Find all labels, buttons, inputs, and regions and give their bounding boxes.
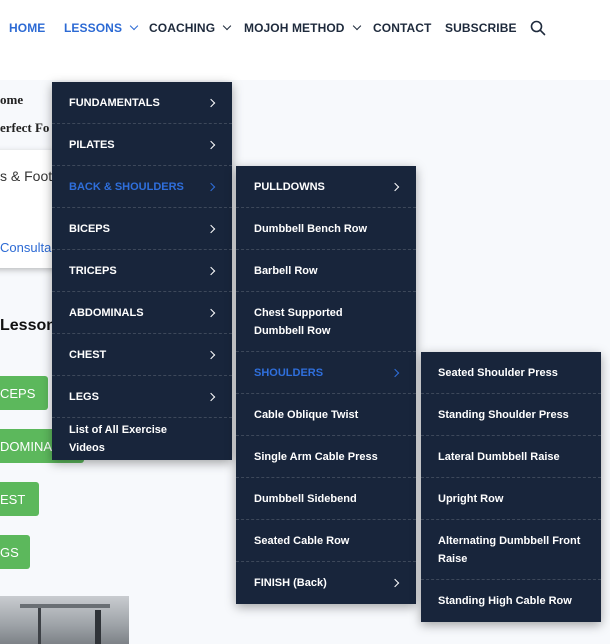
nav-contact-label: CONTACT [373, 21, 432, 35]
top-navigation: HOME LESSONS COACHING MOJOH METHOD CONTA… [0, 0, 610, 56]
chevron-down-icon [129, 21, 139, 31]
card-text: s & Foot [0, 168, 53, 184]
chevron-down-icon [352, 21, 361, 31]
menu-item-triceps[interactable]: TRICEPS [52, 250, 232, 292]
menu-item-alternating-dumbbell-front-raise[interactable]: Alternating Dumbbell Front Raise [421, 520, 601, 580]
chevron-right-icon [206, 182, 216, 191]
chevron-down-icon [222, 21, 232, 31]
menu-item-shoulders[interactable]: SHOULDERS [236, 352, 416, 394]
nav-subscribe[interactable]: SUBSCRIBE [445, 21, 517, 35]
lessons-dropdown-menu: FUNDAMENTALS PILATES BACK & SHOULDERS BI… [52, 82, 232, 460]
nav-home-label: HOME [9, 21, 46, 35]
chevron-right-icon [390, 578, 400, 588]
menu-item-label: PILATES [69, 138, 115, 151]
nav-contact[interactable]: CONTACT [373, 21, 431, 35]
breadcrumb-current: erfect Fo [0, 120, 50, 135]
menu-item-label: PULLDOWNS [254, 180, 325, 193]
menu-item-seated-cable-row[interactable]: Seated Cable Row [236, 520, 416, 562]
menu-item-label: Lateral Dumbbell Raise [438, 450, 560, 463]
consultation-link[interactable]: Consulta [0, 240, 51, 255]
menu-item-seated-shoulder-press[interactable]: Seated Shoulder Press [421, 352, 601, 394]
menu-item-label: ABDOMINALS [69, 306, 144, 319]
menu-item-upright-row[interactable]: Upright Row [421, 478, 601, 520]
menu-item-label: Upright Row [438, 492, 504, 505]
nav-lessons[interactable]: LESSONS [64, 21, 139, 35]
back-shoulders-submenu: PULLDOWNS Dumbbell Bench Row Barbell Row… [236, 166, 416, 604]
chevron-right-icon [206, 266, 216, 275]
menu-item-label: Cable Oblique Twist [254, 408, 359, 421]
menu-item-label: TRICEPS [69, 264, 117, 277]
menu-item-pilates[interactable]: PILATES [52, 124, 232, 166]
chevron-right-icon [206, 350, 216, 359]
menu-item-label: FUNDAMENTALS [69, 96, 160, 109]
menu-item-label: BICEPS [69, 222, 110, 235]
menu-item-chest[interactable]: CHEST [52, 334, 232, 376]
nav-mojoh-method-label: MOJOH METHOD [244, 21, 345, 35]
nav-coaching-label: COACHING [149, 21, 216, 35]
menu-item-finish-back[interactable]: FINISH (Back) [236, 562, 416, 604]
chevron-right-icon [206, 308, 216, 317]
legs-button[interactable]: GS [0, 535, 30, 569]
menu-item-label: SHOULDERS [254, 366, 324, 379]
menu-item-label: Standing Shoulder Press [438, 408, 569, 421]
menu-item-legs[interactable]: LEGS [52, 376, 232, 418]
menu-item-label: Dumbbell Bench Row [254, 222, 368, 235]
menu-item-label: Barbell Row [254, 264, 318, 277]
menu-item-dumbbell-sidebend[interactable]: Dumbbell Sidebend [236, 478, 416, 520]
chevron-right-icon [206, 140, 216, 149]
nav-subscribe-label: SUBSCRIBE [445, 21, 517, 35]
menu-item-label: List of All Exercise Videos [69, 424, 168, 454]
search-icon[interactable] [530, 20, 546, 36]
menu-item-label: Single Arm Cable Press [254, 450, 378, 463]
menu-item-back-shoulders[interactable]: BACK & SHOULDERS [52, 166, 232, 208]
menu-item-cable-oblique-twist[interactable]: Cable Oblique Twist [236, 394, 416, 436]
menu-item-label: Seated Shoulder Press [438, 366, 558, 379]
menu-item-single-arm-cable-press[interactable]: Single Arm Cable Press [236, 436, 416, 478]
menu-item-abdominals[interactable]: ABDOMINALS [52, 292, 232, 334]
menu-item-label: Dumbbell Sidebend [254, 492, 357, 505]
shoulders-submenu: Seated Shoulder Press Standing Shoulder … [421, 352, 601, 622]
menu-item-standing-high-cable-row[interactable]: Standing High Cable Row [421, 580, 601, 622]
menu-item-biceps[interactable]: BICEPS [52, 208, 232, 250]
menu-item-label: BACK & SHOULDERS [69, 180, 184, 193]
nav-home[interactable]: HOME [9, 21, 45, 35]
biceps-button[interactable]: CEPS [0, 376, 48, 410]
menu-item-all-exercise-videos[interactable]: List of All Exercise Videos [52, 418, 232, 460]
menu-item-dumbbell-bench-row[interactable]: Dumbbell Bench Row [236, 208, 416, 250]
menu-item-standing-shoulder-press[interactable]: Standing Shoulder Press [421, 394, 601, 436]
menu-item-fundamentals[interactable]: FUNDAMENTALS [52, 82, 232, 124]
menu-item-pulldowns[interactable]: PULLDOWNS [236, 166, 416, 208]
chevron-right-icon [206, 392, 216, 401]
menu-item-label: Standing High Cable Row [438, 595, 572, 607]
menu-item-label: Seated Cable Row [254, 534, 350, 547]
chevron-right-icon [206, 224, 216, 233]
menu-item-label: FINISH (Back) [254, 577, 327, 589]
menu-item-barbell-row[interactable]: Barbell Row [236, 250, 416, 292]
menu-item-label: CHEST [69, 348, 107, 361]
menu-item-label: LEGS [69, 390, 99, 403]
menu-item-chest-supported-dumbbell-row[interactable]: Chest Supported Dumbbell Row [236, 292, 416, 352]
gym-photo [0, 596, 129, 644]
chest-button[interactable]: EST [0, 482, 39, 516]
menu-item-label: Alternating Dumbbell Front Raise [438, 534, 581, 565]
menu-item-lateral-dumbbell-raise[interactable]: Lateral Dumbbell Raise [421, 436, 601, 478]
nav-lessons-label: LESSONS [64, 21, 123, 35]
breadcrumb-home[interactable]: ome [0, 92, 23, 108]
nav-coaching[interactable]: COACHING [149, 21, 232, 35]
chevron-right-icon [206, 98, 216, 107]
chevron-right-icon [390, 368, 400, 377]
nav-mojoh-method[interactable]: MOJOH METHOD [244, 21, 361, 35]
menu-item-label: Chest Supported Dumbbell Row [254, 306, 343, 337]
chevron-right-icon [390, 182, 400, 191]
